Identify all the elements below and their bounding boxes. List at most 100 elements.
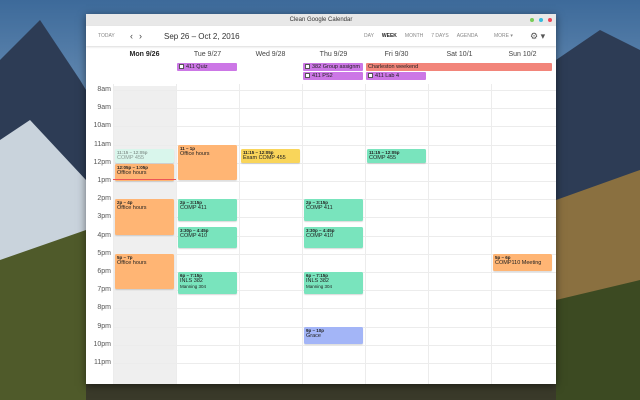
event-location: Manning 304: [306, 284, 361, 289]
event-title: 382 Group assignm: [312, 64, 360, 70]
hour-label: 8pm: [86, 304, 111, 311]
today-button[interactable]: TODAY: [98, 33, 115, 39]
all-day-event[interactable]: 411 Quiz: [177, 63, 237, 71]
event-title: 411 PS2: [312, 73, 333, 79]
checkbox[interactable]: [305, 73, 310, 78]
day-header[interactable]: Mon 9/26: [113, 48, 176, 58]
hour-line: [113, 126, 556, 127]
toolbar: TODAY ‹› Sep 26 – Oct 2, 2016 DAY WEEK MON…: [86, 26, 556, 46]
hour-line: [113, 345, 556, 346]
calendar-event[interactable]: 5p – 6pCOMP110 Meeting: [493, 254, 552, 271]
hour-label: 11pm: [86, 359, 111, 366]
hour-label: 5pm: [86, 250, 111, 257]
hour-line: [113, 308, 556, 309]
view-tab-day[interactable]: DAY: [364, 33, 374, 39]
day-header[interactable]: Fri 9/30: [365, 48, 428, 58]
checkbox[interactable]: [368, 73, 373, 78]
day-header[interactable]: Sun 10/2: [491, 48, 554, 58]
event-title: COMP 455: [117, 155, 172, 161]
event-title: Office hours: [180, 151, 235, 157]
event-title: Exam COMP 455: [243, 155, 298, 161]
all-day-event[interactable]: 382 Group assignm: [303, 63, 363, 71]
column-divider: [491, 84, 492, 384]
calendar-event[interactable]: 11 – 1pOffice hours: [178, 145, 237, 180]
calendar-event[interactable]: 3:30p – 4:45pCOMP 410: [178, 227, 237, 249]
hour-label: 1pm: [86, 177, 111, 184]
event-title: COMP 411: [180, 205, 235, 211]
hour-label: 9pm: [86, 323, 111, 330]
all-day-event[interactable]: Charleston weekend: [366, 63, 552, 71]
hour-line: [113, 254, 556, 255]
hour-label: 6pm: [86, 268, 111, 275]
calendar-event[interactable]: 11:15 – 12:05pExam COMP 455: [241, 149, 300, 163]
event-title: 411 Lab 4: [375, 73, 399, 79]
event-title: 411 Quiz: [186, 64, 208, 70]
calendar-event[interactable]: 2p – 4pOffice hours: [115, 199, 174, 234]
hour-label: 7pm: [86, 286, 111, 293]
view-tab-week[interactable]: WEEK: [382, 33, 397, 39]
hour-label: 10am: [86, 122, 111, 129]
week-grid: 8am9am10am11am12pm1pm2pm3pm4pm5pm6pm7pm8…: [86, 84, 556, 384]
event-location: Manning 304: [180, 284, 235, 289]
checkbox[interactable]: [305, 64, 310, 69]
view-tab-agenda[interactable]: AGENDA: [457, 33, 478, 39]
column-divider: [428, 84, 429, 384]
event-title: Grace: [306, 333, 361, 339]
day-header[interactable]: Wed 9/28: [239, 48, 302, 58]
next-week-button[interactable]: ›: [139, 31, 148, 41]
view-tab-month[interactable]: MONTH: [405, 33, 423, 39]
day-header[interactable]: Sat 10/1: [428, 48, 491, 58]
window-maximize-button[interactable]: [539, 18, 543, 22]
event-title: COMP110 Meeting: [495, 260, 550, 266]
settings-gear-icon[interactable]: ⚙ ▾: [530, 31, 545, 42]
hour-line: [113, 90, 556, 91]
event-title: Charleston weekend: [368, 64, 418, 70]
all-day-event[interactable]: 411 PS2: [303, 72, 363, 80]
day-header[interactable]: Tue 9/27: [176, 48, 239, 58]
event-title: Office hours: [117, 260, 172, 266]
hour-label: 10pm: [86, 341, 111, 348]
prev-week-button[interactable]: ‹: [130, 31, 139, 41]
day-headers: Mon 9/26Tue 9/27Wed 9/28Thu 9/29Fri 9/30…: [113, 48, 556, 58]
column-divider: [239, 84, 240, 384]
column-divider: [365, 84, 366, 384]
calendar-event[interactable]: 3:30p – 4:45pCOMP 410: [304, 227, 363, 249]
date-range: Sep 26 – Oct 2, 2016: [164, 32, 240, 41]
window-minimize-button[interactable]: [530, 18, 534, 22]
checkbox[interactable]: [179, 64, 184, 69]
hour-line: [113, 108, 556, 109]
hour-label: 8am: [86, 86, 111, 93]
hour-line: [113, 363, 556, 364]
title-bar: Clean Google Calendar: [86, 14, 556, 26]
hour-label: 9am: [86, 104, 111, 111]
hour-label: 4pm: [86, 232, 111, 239]
day-header[interactable]: Thu 9/29: [302, 48, 365, 58]
view-switcher: DAY WEEK MONTH 7 DAYS AGENDA: [364, 33, 478, 39]
calendar-event[interactable]: 6p – 7:15pINLS 382Manning 304: [304, 272, 363, 294]
column-divider: [113, 84, 114, 384]
event-title: Office hours: [117, 205, 172, 211]
event-title: COMP 455: [369, 155, 424, 161]
event-title: COMP 410: [180, 233, 235, 239]
hour-line: [113, 181, 556, 182]
hour-label: 3pm: [86, 213, 111, 220]
more-button[interactable]: MORE ▾: [494, 33, 513, 39]
calendar-event[interactable]: 2p – 3:15pCOMP 411: [178, 199, 237, 221]
calendar-event[interactable]: 11:15 – 12:05pCOMP 455: [367, 149, 426, 163]
hour-label: 11am: [86, 141, 111, 148]
column-divider: [176, 84, 177, 384]
calendar-event[interactable]: 2p – 3:15pCOMP 411: [304, 199, 363, 221]
view-tab-7-days[interactable]: 7 DAYS: [431, 33, 448, 39]
hour-label: 12pm: [86, 159, 111, 166]
column-divider: [302, 84, 303, 384]
calendar-window: Clean Google Calendar TODAY ‹› Sep 26 – …: [86, 14, 556, 384]
window-close-button[interactable]: [548, 18, 552, 22]
calendar-event[interactable]: 9p – 10pGrace: [304, 327, 363, 344]
calendar-event[interactable]: 6p – 7:15pINLS 382Manning 304: [178, 272, 237, 294]
calendar-event[interactable]: 11:15 – 12:05pCOMP 455: [115, 149, 174, 163]
event-title: COMP 410: [306, 233, 361, 239]
event-title: Office hours: [117, 170, 172, 176]
all-day-event[interactable]: 411 Lab 4: [366, 72, 426, 80]
calendar-event[interactable]: 5p – 7pOffice hours: [115, 254, 174, 289]
current-time-indicator: [113, 179, 176, 180]
